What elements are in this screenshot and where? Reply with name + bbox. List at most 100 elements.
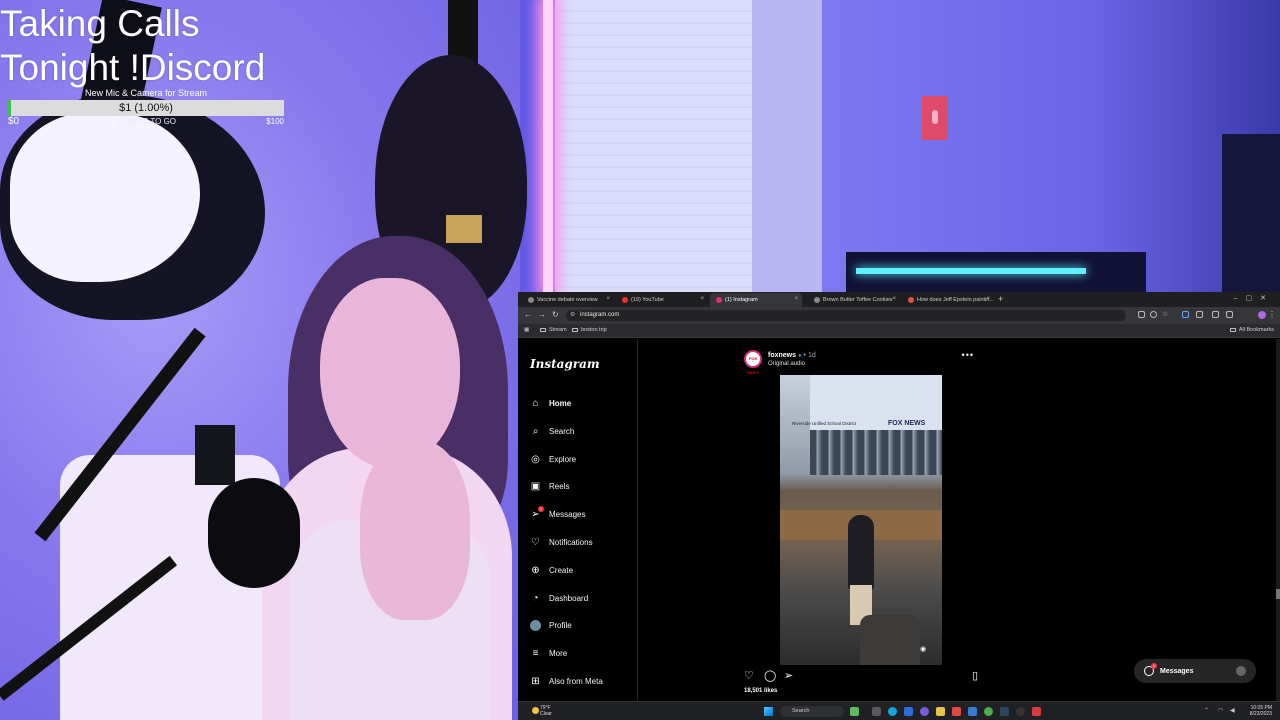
url-field[interactable]: ⚙ instagram.com: [566, 310, 1126, 321]
back-arrow-icon[interactable]: ←: [524, 310, 532, 319]
comment-icon[interactable]: ◯: [764, 669, 776, 682]
wifi-icon[interactable]: ◠: [1218, 707, 1223, 714]
clock-date: 8/23/2023: [1249, 711, 1272, 717]
dashboard-icon: ◔: [532, 592, 539, 604]
cast-icon[interactable]: [1138, 311, 1145, 318]
video-caption-text: Riverside Unified School District: [792, 421, 857, 426]
close-icon[interactable]: ×: [986, 296, 990, 302]
goal-days-left: 17 DAYS TO GO: [115, 117, 177, 126]
notification-badge: 1: [1151, 663, 1157, 669]
nav-explore[interactable]: ◎ Explore: [530, 452, 576, 466]
post-username[interactable]: foxnews: [768, 352, 796, 359]
app-icon[interactable]: [952, 707, 961, 716]
tray-chevron-icon[interactable]: ⌃: [1204, 707, 1209, 714]
window-controls[interactable]: –▢✕: [1234, 294, 1274, 302]
messages-label: Messages: [1160, 667, 1194, 675]
feed-post: FOX NEWS foxnews ● • 1d Original audio •…: [744, 339, 978, 701]
nav-dashboard[interactable]: ◔ Dashboard: [530, 591, 588, 605]
scrollbar[interactable]: [1276, 339, 1280, 701]
zoom-icon[interactable]: [1150, 311, 1157, 318]
more-options-icon[interactable]: •••: [962, 350, 974, 360]
bookmark-folder[interactable]: Stream: [540, 327, 567, 333]
scrollbar-thumb[interactable]: [1276, 589, 1280, 599]
site-info-icon[interactable]: ⚙: [570, 310, 575, 321]
share-icon[interactable]: ➢: [784, 669, 793, 682]
nav-reels[interactable]: ▣ Reels: [530, 479, 570, 493]
close-icon[interactable]: ×: [700, 296, 704, 302]
back-wall: [822, 0, 1280, 292]
verified-badge-icon: ●: [797, 353, 802, 359]
extensions-puzzle-icon[interactable]: [1196, 311, 1203, 318]
save-bookmark-icon[interactable]: ▯: [972, 669, 978, 682]
post-actions: ♡ ◯ ➢ ▯: [744, 669, 978, 683]
post-audio-link[interactable]: Original audio: [768, 361, 805, 367]
star-icon[interactable]: ☆: [1162, 310, 1168, 318]
nav-search[interactable]: ⌕ Search: [530, 424, 575, 438]
windows-start-icon[interactable]: [764, 707, 773, 716]
post-media[interactable]: Riverside Unified School District FOX NE…: [744, 375, 978, 665]
new-tab-button[interactable]: +: [998, 294, 1003, 304]
nav-label: Reels: [549, 481, 570, 491]
instagram-logo[interactable]: Instagram: [530, 357, 600, 371]
nav-create[interactable]: ⊕ Create: [530, 563, 573, 577]
nav-messages[interactable]: ➢ 1 Messages: [530, 505, 585, 521]
profile-avatar-icon: [530, 619, 541, 631]
door: [555, 0, 775, 292]
video-player[interactable]: Riverside Unified School District FOX NE…: [780, 375, 942, 665]
mute-toggle-icon[interactable]: ◉: [920, 645, 926, 653]
extension-icon[interactable]: [1182, 311, 1189, 318]
close-icon[interactable]: ×: [892, 296, 896, 302]
bookmark-label: All Bookmarks: [1238, 327, 1274, 333]
reload-icon[interactable]: ↻: [552, 310, 559, 319]
task-view-icon[interactable]: [872, 707, 881, 716]
messages-button[interactable]: 1 Messages: [1134, 659, 1256, 683]
stream-title: Taking Calls Tonight !Discord: [0, 2, 265, 90]
browser-tab[interactable]: Brown Butter Toffee Cookies ×: [808, 293, 900, 307]
edge-icon[interactable]: [888, 707, 897, 716]
mail-icon[interactable]: [904, 707, 913, 716]
chrome-icon[interactable]: [984, 707, 993, 716]
file-explorer-icon[interactable]: [936, 707, 945, 716]
nav-profile[interactable]: Profile: [530, 618, 572, 632]
microphone: [208, 478, 300, 588]
kebab-menu-icon[interactable]: ⋮: [1268, 310, 1276, 319]
taskbar-search[interactable]: Search: [780, 706, 844, 717]
browser-tab[interactable]: (1) Instagram ×: [710, 293, 802, 307]
nav-more[interactable]: ≡ More: [530, 646, 568, 660]
sidebar-icon[interactable]: [1212, 311, 1219, 318]
steam-icon[interactable]: [1000, 707, 1009, 716]
weather-widget[interactable]: 79°F Clear: [532, 705, 552, 717]
download-icon[interactable]: [1226, 311, 1233, 318]
browser-tab[interactable]: Vaccine debate overview ×: [522, 293, 614, 307]
nav-label: Dashboard: [549, 593, 589, 603]
close-icon[interactable]: ×: [794, 296, 798, 302]
browser-tab[interactable]: (19) YouTube ×: [616, 293, 708, 307]
browser-tab[interactable]: How does Jeff Epstein paintin... ×: [902, 293, 994, 307]
neon-light-strip: [543, 0, 553, 292]
profile-avatar[interactable]: [1258, 311, 1266, 319]
nav-label: Home: [549, 398, 572, 408]
goal-progress-bar: $1 (1.00%): [8, 100, 284, 116]
bookmark-folder[interactable]: boston trip: [572, 327, 607, 333]
forward-arrow-icon[interactable]: →: [538, 310, 546, 319]
nav-also-from-meta[interactable]: ⊞ Also from Meta: [530, 674, 603, 688]
obs-icon[interactable]: [1016, 707, 1025, 716]
nav-home[interactable]: ⌂ Home: [530, 396, 571, 410]
all-bookmarks[interactable]: All Bookmarks: [1229, 327, 1274, 333]
door-frame: [752, 0, 822, 292]
app-icon[interactable]: [920, 707, 929, 716]
apps-grid-icon[interactable]: ▦: [524, 327, 529, 333]
store-icon[interactable]: [968, 707, 977, 716]
post-likes-count[interactable]: 18,501 likes: [744, 688, 777, 694]
close-icon[interactable]: ×: [606, 296, 610, 302]
app-icon[interactable]: [850, 707, 859, 716]
like-heart-icon[interactable]: ♡: [744, 669, 754, 682]
tab-label: Vaccine debate overview: [537, 297, 598, 303]
volume-icon[interactable]: ◀: [1230, 707, 1235, 714]
app-icon[interactable]: [1032, 707, 1041, 716]
post-author-avatar[interactable]: FOX NEWS: [744, 350, 762, 375]
nav-notifications[interactable]: ♡ Notifications: [530, 535, 593, 549]
system-clock[interactable]: 10:05 PM 8/23/2023: [1250, 705, 1272, 717]
windows-taskbar: 79°F Clear Search ⌃ ◠ ◀ 10:05 PM 8/23/20…: [518, 701, 1280, 720]
post-time[interactable]: • 1d: [804, 352, 816, 359]
